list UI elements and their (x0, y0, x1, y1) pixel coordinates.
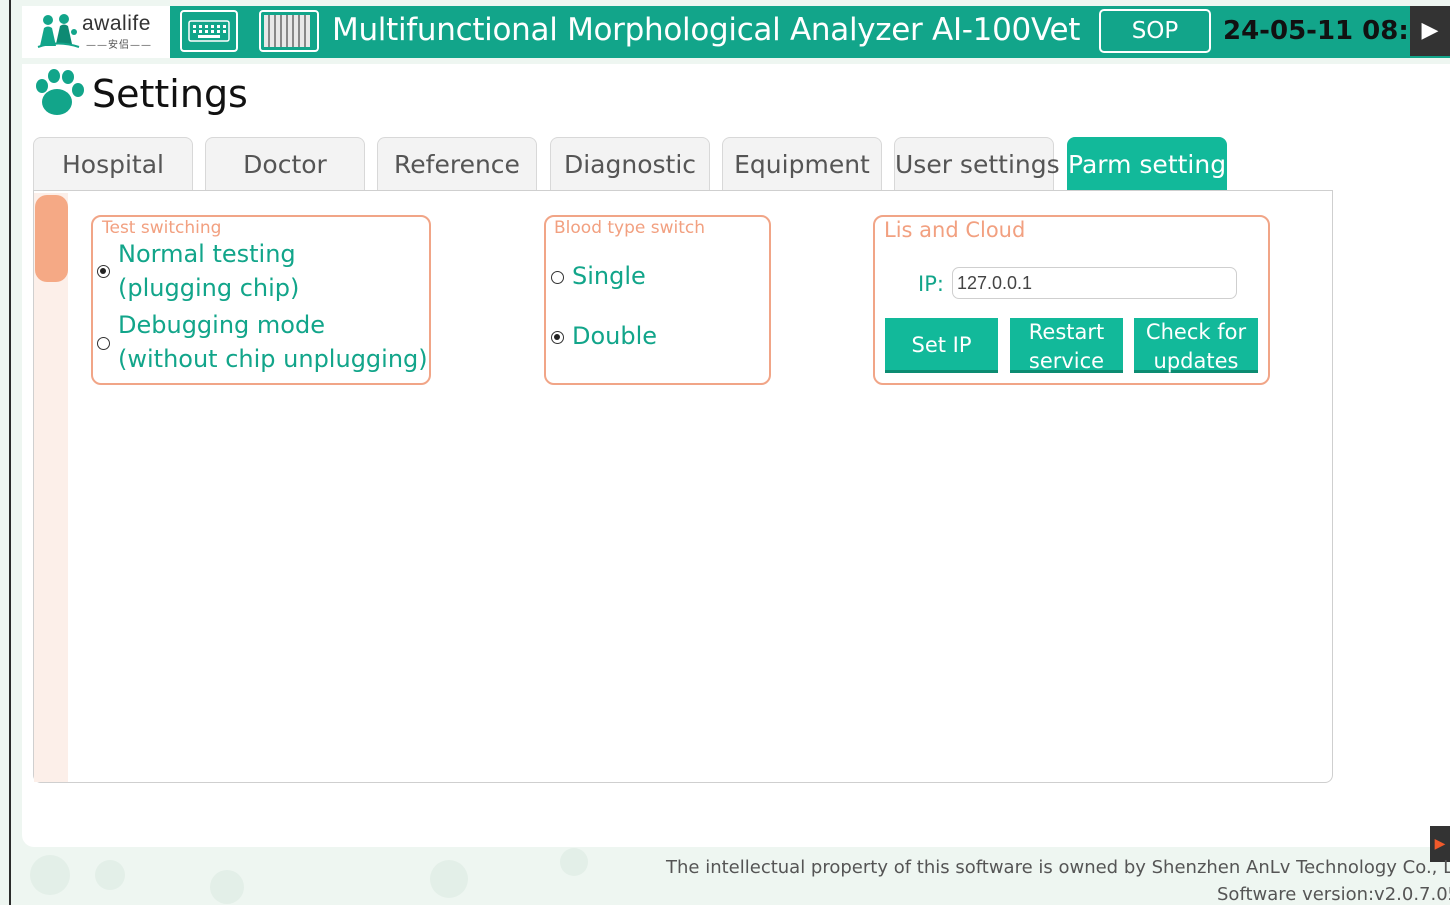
copyright-text: The intellectual property of this softwa… (666, 857, 1450, 878)
tab-user-settings[interactable]: User settings (894, 137, 1060, 190)
window-left-border (9, 0, 11, 905)
double-radio[interactable] (551, 331, 564, 344)
normal-testing-label-line1[interactable]: Normal testing (118, 240, 296, 268)
expand-arrow-button[interactable]: ▶ (1410, 6, 1450, 56)
restart-service-label-line2: service (1028, 349, 1105, 373)
blood-type-legend: Blood type switch (552, 218, 708, 238)
check-updates-button[interactable]: Check for updates (1134, 318, 1258, 373)
lis-cloud-legend: Lis and Cloud (882, 218, 1028, 242)
keyboard-button[interactable] (180, 10, 238, 52)
top-bar: awalife ——安侣—— Multifunctional Morpholog… (22, 6, 1450, 58)
sop-button[interactable]: SOP (1099, 9, 1211, 53)
keyboard-icon (188, 20, 230, 42)
ip-label: IP: (918, 272, 944, 296)
ip-input[interactable] (952, 267, 1237, 299)
single-label[interactable]: Single (572, 262, 646, 290)
tab-doctor[interactable]: Doctor (205, 137, 365, 190)
family-logo-icon (37, 14, 80, 48)
background-paw-decoration (430, 860, 468, 898)
restart-service-button[interactable]: Restart service (1010, 318, 1123, 373)
single-radio[interactable] (551, 271, 564, 284)
barcode-icon (264, 15, 310, 47)
debugging-mode-label-line1[interactable]: Debugging mode (118, 311, 325, 339)
restart-service-label-line1: Restart (1028, 320, 1105, 344)
set-ip-button[interactable]: Set IP (885, 318, 998, 373)
tab-parm-settings[interactable]: Parm settings (1067, 137, 1239, 190)
software-version: Software version:v2.0.7.05 (1217, 884, 1450, 905)
double-label[interactable]: Double (572, 322, 657, 350)
app-title: Multifunctional Morphological Analyzer A… (332, 12, 1081, 48)
background-paw-decoration (210, 870, 244, 904)
test-switching-legend: Test switching (100, 218, 224, 238)
check-updates-label-line1: Check for (1145, 320, 1247, 344)
blood-type-group (544, 215, 771, 385)
brand-logo: awalife ——安侣—— (22, 6, 170, 58)
normal-testing-label-line2[interactable]: (plugging chip) (118, 274, 299, 302)
background-paw-decoration (30, 855, 70, 895)
background-paw-decoration (95, 860, 125, 890)
check-updates-label-line2: updates (1153, 349, 1239, 373)
background-paw-decoration (560, 848, 588, 876)
tab-reference[interactable]: Reference (377, 137, 537, 190)
tab-diagnostic[interactable]: Diagnostic (550, 137, 710, 190)
paw-icon (36, 69, 84, 115)
brand-name: awalife (82, 12, 151, 35)
debugging-mode-label-line2[interactable]: (without chip unplugging) (118, 345, 428, 373)
tab-equipment[interactable]: Equipment (722, 137, 882, 190)
brand-subtitle: ——安侣—— (86, 40, 152, 51)
page-title: Settings (92, 72, 248, 116)
tab-hospital[interactable]: Hospital (33, 137, 193, 190)
barcode-button[interactable] (259, 10, 319, 52)
normal-testing-radio[interactable] (97, 265, 110, 278)
panel-scrollbar-thumb[interactable] (35, 195, 68, 282)
debugging-mode-radio[interactable] (97, 337, 110, 350)
